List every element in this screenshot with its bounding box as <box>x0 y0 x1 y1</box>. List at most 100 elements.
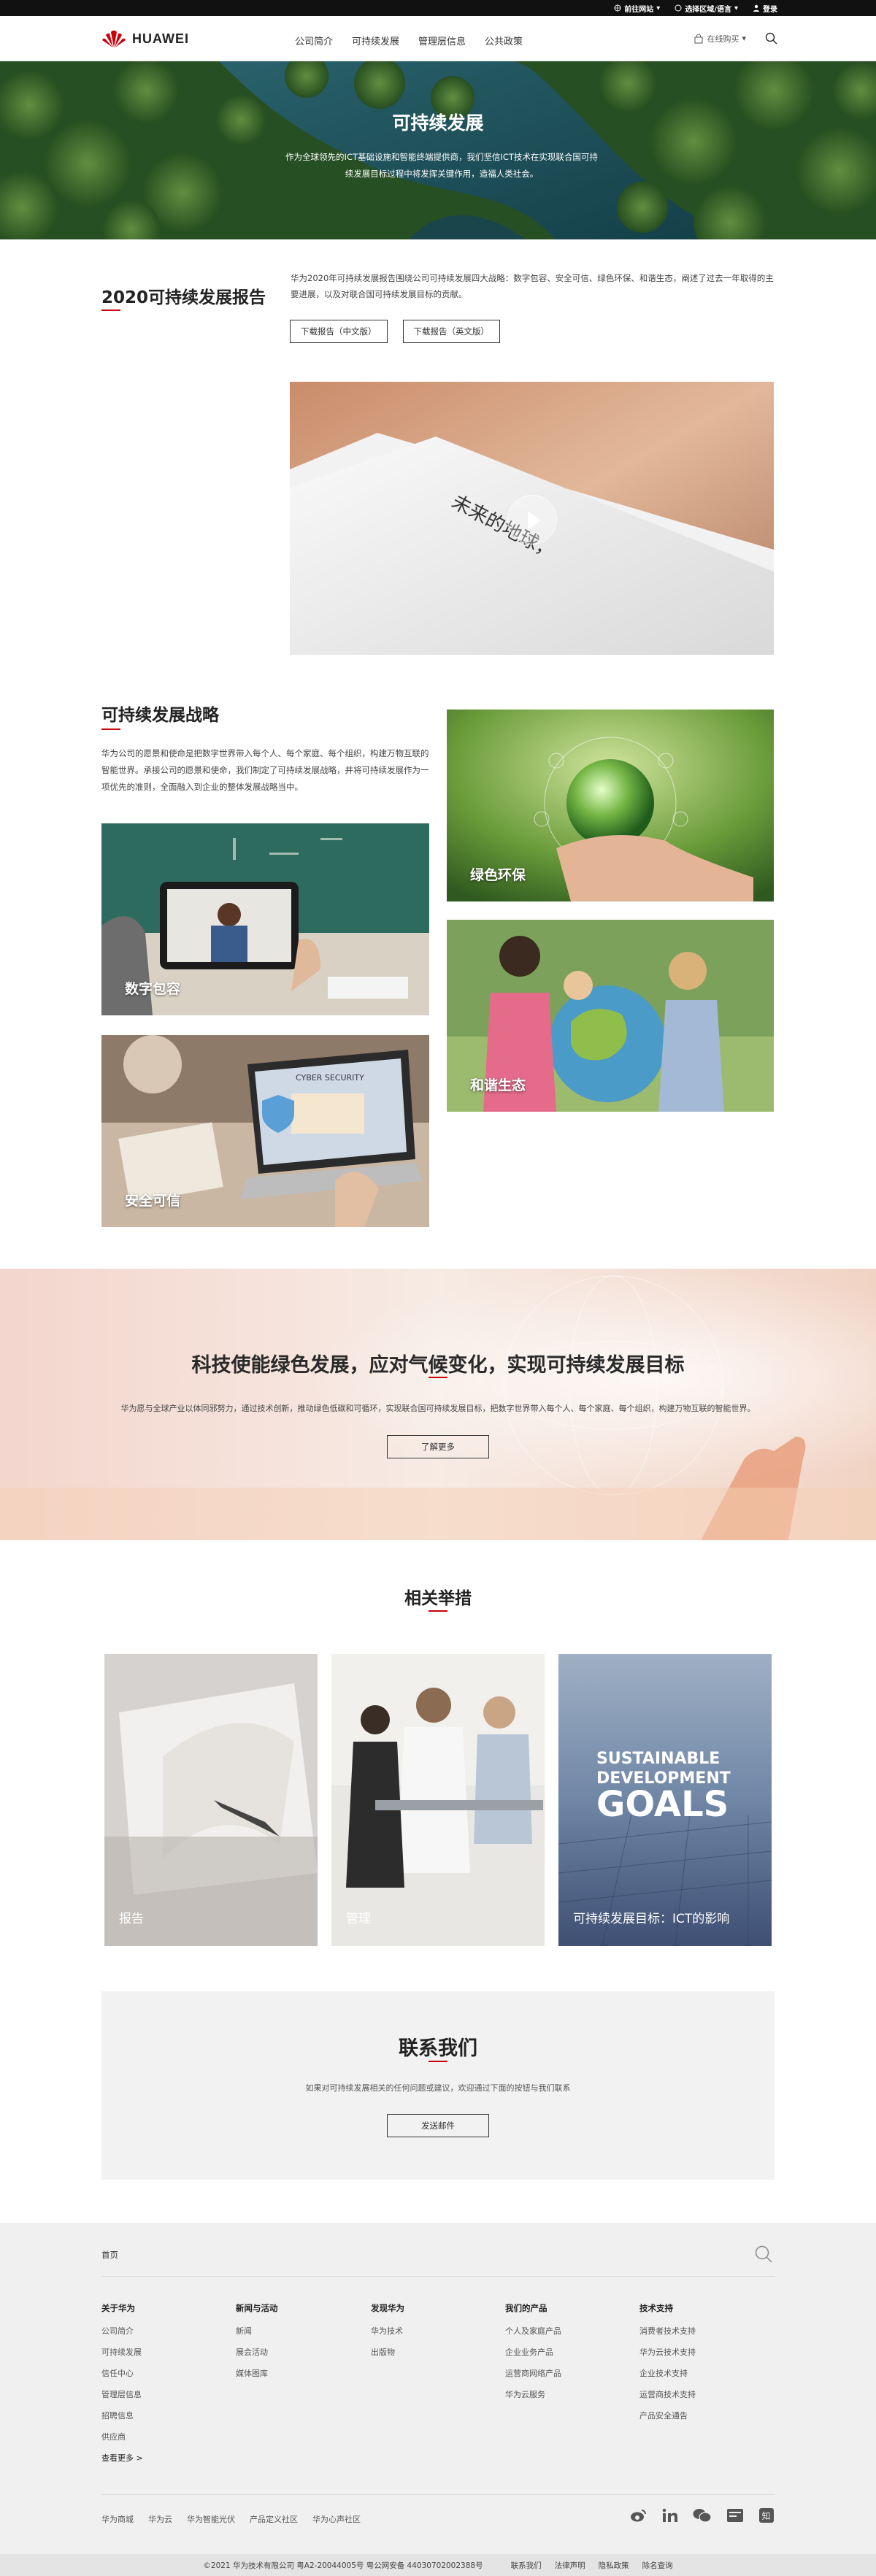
site-link[interactable]: 前往网站 ▾ <box>614 3 660 14</box>
huawei-logo[interactable]: HUAWEI <box>101 29 189 48</box>
tile-label-green: 绿色环保 <box>470 867 526 883</box>
footer-link[interactable]: 供应商 <box>101 2426 143 2448</box>
footer-link[interactable]: 可持续发展 <box>101 2342 143 2363</box>
related-card-report[interactable]: 报告 <box>104 1654 318 1946</box>
footer-link[interactable]: 华为云服务 <box>505 2384 561 2405</box>
nav-public-policy[interactable]: 公共政策 <box>485 34 523 47</box>
video-channel-icon[interactable] <box>726 2508 744 2523</box>
related-card-sdg[interactable]: SUSTAINABLE DEVELOPMENT GOALS 可持续发展目标：IC… <box>558 1654 772 1946</box>
primary-nav: 公司简介 可持续发展 管理层信息 公共政策 <box>295 34 523 47</box>
legal-link[interactable]: 隐私政策 <box>599 2560 629 2571</box>
title-underline <box>429 1377 447 1378</box>
related-title: 相关举措 <box>404 1589 472 1608</box>
copyright-bar: ©2021 华为技术有限公司 粤A2-20044005号 粤公网安备 44030… <box>0 2554 876 2576</box>
tile-label-digital-inclusion: 数字包容 <box>125 981 181 997</box>
logo-text: HUAWEI <box>132 31 189 46</box>
send-email-button[interactable]: 发送邮件 <box>387 2114 489 2137</box>
strategy-description: 华为公司的愿景和使命是把数字世界带入每个人、每个家庭、每个组织，构建万物互联的智… <box>101 748 429 792</box>
copyright-text: ©2021 华为技术有限公司 粤A2-20044005号 粤公网安备 44030… <box>203 2561 483 2570</box>
sdg-solar-image: SUSTAINABLE DEVELOPMENT GOALS <box>558 1654 772 1946</box>
region-selector[interactable]: 选择区域/语言 ▾ <box>675 3 738 14</box>
hero-description: 作为全球领先的ICT基础设施和智能终端提供商，我们坚信ICT技术在实现联合国可持… <box>285 152 598 179</box>
tile-label-security: 安全可信 <box>125 1193 181 1209</box>
legal-link[interactable]: 除名查询 <box>642 2560 673 2571</box>
footer-col-support: 技术支持 消费者技术支持 华为云技术支持 企业技术支持 运营商技术支持 产品安全… <box>639 2298 696 2426</box>
weibo-icon[interactable] <box>630 2508 648 2523</box>
svg-text:知: 知 <box>762 2511 771 2521</box>
title-underline <box>429 2061 447 2062</box>
footer-col-news: 新闻与活动 新闻 展会活动 媒体图库 <box>236 2298 278 2384</box>
document-writing-image <box>104 1654 318 1946</box>
learn-more-button[interactable]: 了解更多 <box>387 1435 489 1458</box>
nav-management[interactable]: 管理层信息 <box>418 34 466 47</box>
location-icon <box>675 4 682 12</box>
footer-link-more[interactable]: 查看更多 > <box>101 2448 143 2469</box>
footer-home-link[interactable]: 首页 <box>101 2249 118 2261</box>
zhihu-icon[interactable]: 知 <box>758 2507 775 2523</box>
linkedin-icon[interactable] <box>662 2508 678 2523</box>
contact-description: 如果对可持续发展相关的任何问题或建议，欢迎通过下面的按钮与我们联系 <box>305 2083 571 2093</box>
download-report-en-button[interactable]: 下载报告（英文版） <box>402 320 500 343</box>
tile-label-harmony: 和谐生态 <box>470 1077 526 1093</box>
footer-link[interactable]: 公司简介 <box>101 2321 143 2342</box>
tech-title: 科技使能绿色发展，应对气候变化，实现可持续发展目标 <box>191 1354 685 1377</box>
report-section: 2020可持续发展报告 华为2020年可持续发展报告围绕公司可持续发展四大战略：… <box>0 239 876 382</box>
meeting-image <box>331 1654 545 1946</box>
report-video[interactable]: 未来的地球， <box>290 382 774 655</box>
contact-section: 联系我们 如果对可持续发展相关的任何问题或建议，欢迎通过下面的按钮与我们联系 发… <box>101 1991 775 2180</box>
footer-bottom-link[interactable]: 华为商城 <box>101 2513 134 2525</box>
footer-bottom-link[interactable]: 华为智能光伏 <box>187 2513 235 2525</box>
footer-divider <box>101 2494 775 2495</box>
footer-link[interactable]: 招聘信息 <box>101 2405 143 2426</box>
footer-bottom-links: 华为商城 华为云 华为智能光伏 产品定义社区 华为心声社区 <box>101 2513 361 2525</box>
report-title: 2020可持续发展报告 <box>101 288 266 307</box>
wechat-icon[interactable] <box>693 2508 712 2523</box>
footer-link[interactable]: 运营商网络产品 <box>505 2363 561 2384</box>
tile-harmony[interactable]: 和谐生态 <box>447 920 774 1112</box>
footer-link[interactable]: 企业业务产品 <box>505 2342 561 2363</box>
footer-link[interactable]: 媒体图库 <box>236 2363 278 2384</box>
footer-link[interactable]: 个人及家庭产品 <box>505 2321 561 2342</box>
nav-sustainability[interactable]: 可持续发展 <box>352 34 399 47</box>
tile-digital-inclusion[interactable]: 数字包容 <box>101 823 429 1015</box>
title-underline <box>101 728 120 730</box>
footer-link[interactable]: 信任中心 <box>101 2363 143 2384</box>
search-icon[interactable] <box>765 32 777 45</box>
title-underline <box>429 1610 447 1612</box>
footer-bottom-link[interactable]: 产品定义社区 <box>250 2513 298 2525</box>
legal-link[interactable]: 联系我们 <box>511 2560 542 2571</box>
related-card-governance[interactable]: 管理 <box>331 1654 545 1946</box>
tile-green[interactable]: 绿色环保 <box>447 710 774 901</box>
card-label-report: 报告 <box>119 1912 144 1926</box>
footer-link[interactable]: 华为技术 <box>371 2321 404 2342</box>
tile-security[interactable]: CYBER SECURITY 安全可信 <box>101 1035 429 1227</box>
nav-company[interactable]: 公司简介 <box>295 34 333 47</box>
play-icon[interactable] <box>507 495 557 545</box>
footer-link[interactable]: 出版物 <box>371 2342 404 2363</box>
legal-link[interactable]: 法律声明 <box>555 2560 585 2571</box>
footer-link[interactable]: 展会活动 <box>236 2342 278 2363</box>
search-icon[interactable] <box>754 2245 773 2264</box>
footer-link[interactable]: 华为云技术支持 <box>639 2342 696 2363</box>
download-report-cn-button[interactable]: 下载报告（中文版） <box>290 320 388 343</box>
tech-description: 华为愿与全球产业以体同邪努力，通过技术创新，推动绿色低碳和可循环，实现联合国可持… <box>120 1404 756 1413</box>
footer-col-discover: 发现华为 华为技术 出版物 <box>371 2298 404 2363</box>
social-icons: 知 <box>630 2507 775 2523</box>
login-link[interactable]: 登录 <box>753 3 777 14</box>
hero-title: 可持续发展 <box>392 112 484 134</box>
footer-link[interactable]: 企业技术支持 <box>639 2363 696 2384</box>
footer-link[interactable]: 新闻 <box>236 2321 278 2342</box>
hero-banner: 可持续发展 作为全球领先的ICT基础设施和智能终端提供商，我们坚信ICT技术在实… <box>0 61 876 239</box>
buy-online-link[interactable]: 在线购买 ▾ <box>694 33 746 45</box>
footer-link[interactable]: 运营商技术支持 <box>639 2384 696 2405</box>
footer-link[interactable]: 消费者技术支持 <box>639 2321 696 2342</box>
footer-link[interactable]: 产品安全通告 <box>639 2405 696 2426</box>
footer-link[interactable]: 管理层信息 <box>101 2384 143 2405</box>
report-description: 华为2020年可持续发展报告围绕公司可持续发展四大战略：数字包容、安全可信、绿色… <box>291 273 774 299</box>
footer: 首页 关于华为 公司简介 可持续发展 信任中心 管理层信息 招聘信息 供应商 查… <box>0 2223 876 2576</box>
strategy-title: 可持续发展战略 <box>101 706 219 725</box>
footer-col-products: 我们的产品 个人及家庭产品 企业业务产品 运营商网络产品 华为云服务 <box>505 2298 561 2405</box>
title-underline <box>101 309 120 311</box>
footer-bottom-link[interactable]: 华为心声社区 <box>312 2513 361 2525</box>
footer-bottom-link[interactable]: 华为云 <box>148 2513 172 2525</box>
